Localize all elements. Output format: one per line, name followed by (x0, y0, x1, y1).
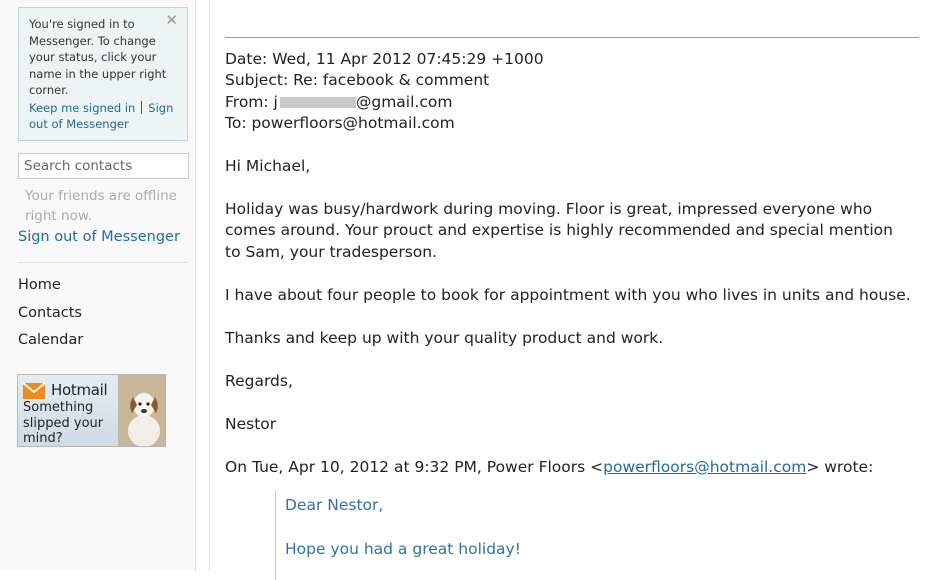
redacted-block (279, 97, 356, 108)
reply-header: On Tue, Apr 10, 2012 at 9:32 PM, Power F… (225, 457, 873, 479)
email-subject: Subject: Re: facebook & comment (225, 71, 490, 89)
email-closing: Regards, (225, 372, 293, 390)
divider (18, 262, 188, 263)
nav-home[interactable]: Home (18, 277, 83, 305)
email-to: To: powerfloors@hotmail.com (225, 114, 455, 132)
para3: Thanks and keep up with your quality pro… (225, 329, 664, 347)
quoted-line: Dear Nestor, (285, 496, 384, 514)
sign-out-link-part1[interactable]: Sign (148, 101, 173, 115)
email-date: Date: Wed, 11 Apr 2012 07:45:29 +1000 (225, 50, 544, 68)
hotmail-ad-banner[interactable]: Hotmail Something slipped your mind? (17, 374, 166, 447)
para1-line: comes around. Your prouct and expertise … (225, 221, 893, 239)
sidebar-nav: Home Contacts Calendar (18, 277, 83, 360)
messenger-signin-notice: ✕ You're signed in to Messenger. To chan… (18, 7, 188, 141)
ad-brand: Hotmail (51, 381, 108, 399)
link-separator (141, 100, 143, 114)
sidebar: ✕ You're signed in to Messenger. To chan… (0, 0, 196, 571)
friends-offline-text: Your friends are offline right now. (25, 186, 185, 226)
email-greeting: Hi Michael, (225, 157, 311, 175)
content-border (209, 0, 210, 571)
para1-line: to Sam, your tradesperson. (225, 243, 438, 261)
notice-line: your status, click your (29, 50, 157, 64)
nav-contacts[interactable]: Contacts (18, 305, 83, 333)
quoted-message: Dear Nestor, Hope you had a great holida… (275, 490, 785, 580)
offline-line-1: Your friends are offline (25, 188, 177, 204)
close-icon[interactable]: ✕ (165, 13, 178, 28)
reply-suffix: > wrote: (806, 458, 874, 476)
offline-line-2: right now. (25, 208, 92, 224)
email-from: From: j @gmail.com (225, 92, 452, 114)
sign-out-messenger-link[interactable]: Sign out of Messenger (18, 229, 180, 245)
para2: I have about four people to book for app… (225, 286, 911, 304)
hotmail-envelope-icon (23, 382, 46, 399)
ad-message-line: mind? (23, 431, 63, 446)
sign-out-link-part2[interactable]: out of Messenger (29, 117, 129, 131)
keep-signed-in-link[interactable]: Keep me signed in (29, 101, 135, 115)
from-prefix: From: j (225, 93, 278, 111)
para1-line: Holiday was busy/hardwork during moving.… (225, 200, 873, 218)
notice-line: You're signed in to (29, 17, 135, 31)
nav-calendar[interactable]: Calendar (18, 332, 83, 360)
ad-message: Something slipped your mind? (23, 400, 123, 446)
notice-line: name in the upper right (29, 66, 167, 81)
email-body: Date: Wed, 11 Apr 2012 07:45:29 +1000 Su… (225, 0, 925, 580)
from-suffix: @gmail.com (355, 93, 453, 111)
notice-line: Messenger. To change (29, 33, 156, 48)
notice-links: Keep me signed in Sign (29, 100, 177, 117)
ad-message-line: Something (23, 400, 94, 415)
search-contacts-input[interactable]: Search contacts (18, 153, 189, 179)
notice-line: corner. (29, 83, 69, 97)
ad-message-line: slipped your (23, 415, 104, 431)
email-signature: Nestor (225, 415, 277, 433)
quoted-line: Hope you had a great holiday! (285, 540, 521, 558)
dog-image (118, 375, 165, 446)
reply-email-link[interactable]: powerfloors@hotmail.com (603, 458, 806, 476)
header-rule (225, 37, 919, 38)
reply-prefix: On Tue, Apr 10, 2012 at 9:32 PM, Power F… (225, 458, 604, 476)
